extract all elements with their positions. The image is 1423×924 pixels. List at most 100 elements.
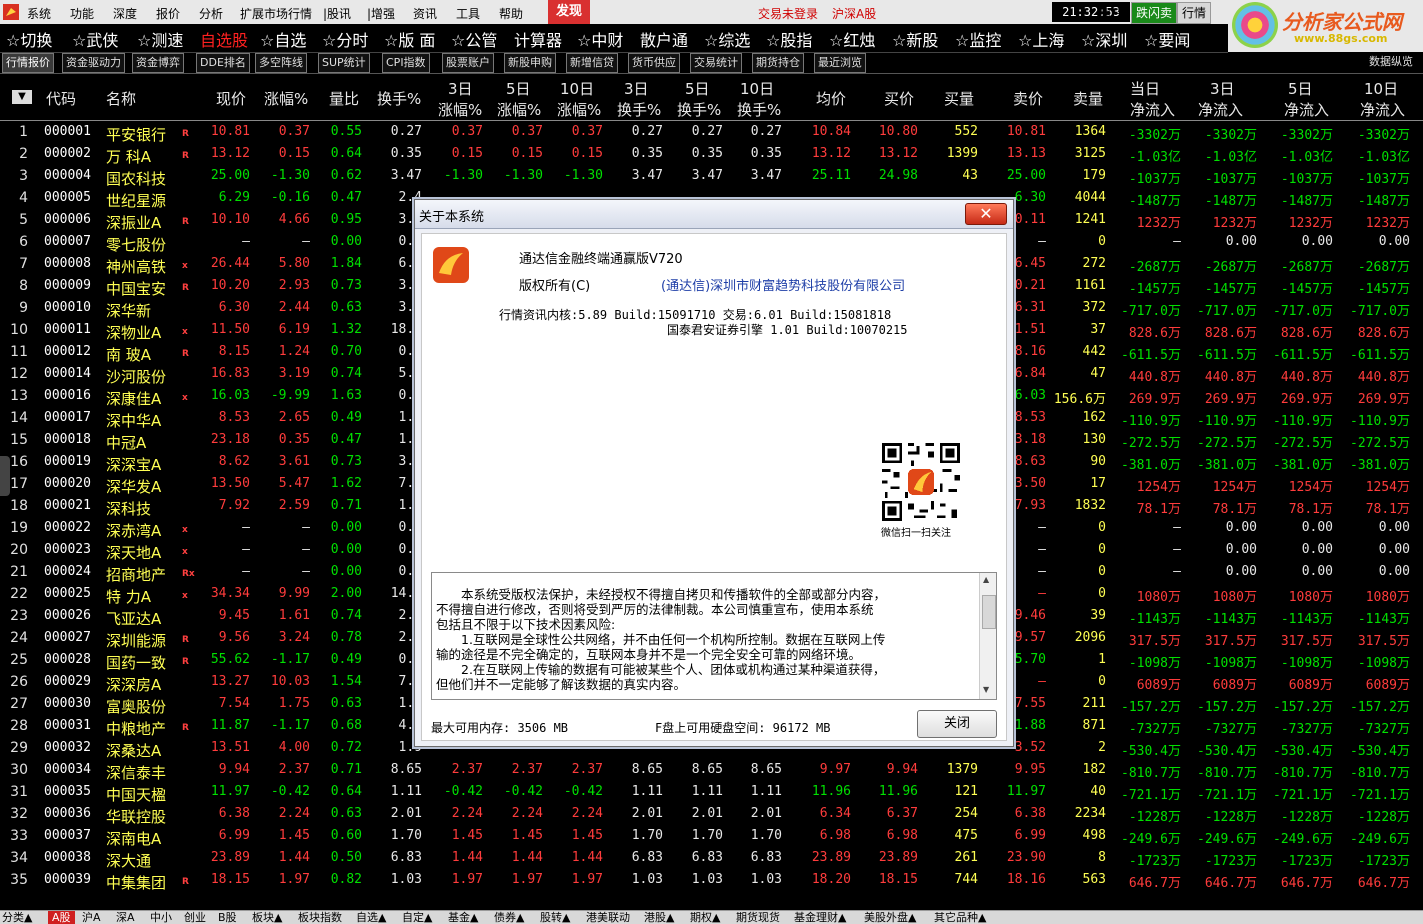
- bottom-tab[interactable]: 板块指数: [298, 911, 342, 924]
- col-name[interactable]: 名称: [106, 88, 136, 109]
- col-turnover[interactable]: 换手%: [377, 88, 421, 109]
- subtab-futures-pos[interactable]: 期货持仓: [752, 53, 804, 73]
- tool-index[interactable]: ☆股指: [766, 27, 812, 51]
- tab-quotes[interactable]: 行情: [1177, 2, 1212, 24]
- subtab-long-short[interactable]: 多空阵线: [255, 53, 307, 73]
- bottom-tab[interactable]: 期权▲: [690, 911, 720, 924]
- col-5d-turn[interactable]: 换手%: [677, 99, 721, 120]
- dialog-close-icon[interactable]: ✕: [965, 203, 1007, 225]
- col-3d-turn[interactable]: 换手%: [617, 99, 661, 120]
- table-row[interactable]: 30 000034 深信泰丰 9.94 2.37 0.71 8.65 2.37 2.37 2.37…: [0, 759, 1423, 782]
- col-10d-t[interactable]: 10日: [740, 78, 774, 99]
- subtab-recent[interactable]: 最近浏览: [814, 53, 866, 73]
- tool-shenzhen[interactable]: ☆深圳: [1081, 27, 1127, 51]
- col-price[interactable]: 现价: [216, 88, 246, 109]
- tool-headlines[interactable]: ☆要闻: [1144, 27, 1190, 51]
- table-row[interactable]: 2 000002 万 科A R 13.12 0.15 0.64 0.35 0.15 0.15 0.1…: [0, 143, 1423, 166]
- subtab-fund-drive[interactable]: 资金驱动力: [62, 53, 125, 73]
- dialog-titlebar[interactable]: 关于本系统 ✕: [415, 200, 1013, 229]
- bottom-tab[interactable]: 沪A: [82, 911, 101, 924]
- col-3d-flow[interactable]: 净流入: [1198, 99, 1243, 120]
- disclaimer-textarea[interactable]: 本系统受版权法保护，未经授权不得擅自拷贝和传播软件的全部或部分内容， 不得擅自进行…: [431, 572, 997, 700]
- col-3d-f[interactable]: 3日: [1210, 78, 1235, 99]
- menu-help[interactable]: 帮助: [499, 5, 523, 22]
- menu-depth[interactable]: 深度: [113, 5, 137, 22]
- subtab-accounts[interactable]: 股票账户: [442, 53, 494, 73]
- table-row[interactable]: 1 000001 平安银行 R 10.81 0.37 0.55 0.27 0.37 0.37 0.3…: [0, 121, 1423, 144]
- col-3d-chg[interactable]: 涨幅%: [438, 99, 482, 120]
- company-name[interactable]: (通达信)深圳市财富趋势科技股份有限公司: [661, 275, 905, 294]
- col-5d[interactable]: 5日: [506, 78, 531, 99]
- menu-quote[interactable]: 报价: [156, 5, 180, 22]
- tool-wuxia[interactable]: ☆武侠: [72, 27, 118, 51]
- scroll-up-icon[interactable]: ▲: [983, 575, 989, 584]
- bottom-tab[interactable]: 分类▲: [2, 911, 32, 924]
- menu-news[interactable]: |股讯: [323, 5, 351, 22]
- tool-monitor[interactable]: ☆监控: [955, 27, 1001, 51]
- col-10d[interactable]: 10日: [560, 78, 594, 99]
- bottom-tab[interactable]: 板块▲: [252, 911, 282, 924]
- bottom-tab[interactable]: 债券▲: [494, 911, 524, 924]
- subtab-fund-game[interactable]: 资金博弈: [132, 53, 184, 73]
- tool-red-candle[interactable]: ☆红烛: [829, 27, 875, 51]
- col-code[interactable]: 代码: [46, 88, 76, 109]
- tool-ipo[interactable]: ☆新股: [892, 27, 938, 51]
- bottom-tab[interactable]: 港美联动: [586, 911, 630, 924]
- tool-retail[interactable]: 散户通: [640, 27, 688, 51]
- menu-analysis[interactable]: 分析: [199, 5, 223, 22]
- bottom-tab[interactable]: 港股▲: [644, 911, 674, 924]
- subtab-ipo-subscribe[interactable]: 新股申购: [504, 53, 556, 73]
- col-ask-vol[interactable]: 卖量: [1073, 88, 1103, 109]
- tool-zhongcai[interactable]: ☆中财: [577, 27, 623, 51]
- menu-tools[interactable]: 工具: [456, 5, 480, 22]
- table-row[interactable]: 33 000037 深南电A 6.99 1.45 0.60 1.70 1.45 1.45 1.45…: [0, 825, 1423, 848]
- menu-ext-market[interactable]: 扩展市场行情: [240, 5, 312, 22]
- col-change[interactable]: 涨幅%: [264, 88, 308, 109]
- subtab-cpi[interactable]: CPI指数: [382, 53, 430, 73]
- sort-menu-icon[interactable]: ▼: [12, 90, 32, 104]
- col-10d-chg[interactable]: 涨幅%: [557, 99, 601, 120]
- bottom-tab[interactable]: 美股外盘▲: [864, 911, 916, 924]
- find-button[interactable]: 发现: [548, 0, 590, 24]
- col-10d-turn[interactable]: 换手%: [737, 99, 781, 120]
- bottom-tab[interactable]: 基金▲: [448, 911, 478, 924]
- market-status[interactable]: 沪深A股: [832, 5, 876, 22]
- col-3d[interactable]: 3日: [448, 78, 473, 99]
- bottom-tab[interactable]: B股: [218, 911, 237, 924]
- subtab-dde[interactable]: DDE排名: [196, 53, 250, 73]
- table-row[interactable]: 31 000035 中国天楹 11.97 -0.42 0.64 1.11 -0.42 -0.42…: [0, 781, 1423, 804]
- table-row[interactable]: 35 000039 中集集团 R 18.15 1.97 0.82 1.03 1.97 1.97 1.…: [0, 869, 1423, 892]
- col-avg[interactable]: 均价: [816, 88, 846, 109]
- subtab-quotes[interactable]: 行情报价: [2, 53, 54, 73]
- side-scroll-handle[interactable]: [0, 456, 10, 496]
- table-row[interactable]: 32 000036 华联控股 6.38 2.24 0.63 2.01 2.24 2.24 2.24…: [0, 803, 1423, 826]
- bottom-tab[interactable]: 创业: [184, 911, 206, 924]
- bottom-tab[interactable]: 自定▲: [402, 911, 432, 924]
- col-5d-chg[interactable]: 涨幅%: [497, 99, 541, 120]
- bottom-tab[interactable]: 自选▲: [356, 911, 386, 924]
- tool-switch[interactable]: ☆切换: [6, 27, 52, 51]
- subtab-sup[interactable]: SUP统计: [318, 53, 370, 73]
- tool-watchlist[interactable]: ☆自选: [260, 27, 306, 51]
- close-button[interactable]: 关闭: [917, 710, 997, 738]
- tool-notice[interactable]: ☆公管: [451, 27, 497, 51]
- bottom-tab[interactable]: A股: [48, 911, 75, 924]
- tool-speedtest[interactable]: ☆测速: [137, 27, 183, 51]
- col-today-flow[interactable]: 净流入: [1130, 99, 1175, 120]
- subtab-trade-stats[interactable]: 交易统计: [690, 53, 742, 73]
- disclaimer-scrollbar[interactable]: ▲ ▼: [979, 573, 996, 699]
- subtab-money-supply[interactable]: 货币供应: [628, 53, 680, 73]
- menu-system[interactable]: 系统: [27, 5, 51, 22]
- bottom-tab[interactable]: 中小: [150, 911, 172, 924]
- bottom-tab[interactable]: 基金理财▲: [794, 911, 846, 924]
- col-bid-vol[interactable]: 买量: [944, 88, 974, 109]
- col-5d-f[interactable]: 5日: [1288, 78, 1313, 99]
- bottom-tab[interactable]: 期货现货: [736, 911, 780, 924]
- menu-function[interactable]: 功能: [70, 5, 94, 22]
- tool-shanghai[interactable]: ☆上海: [1018, 27, 1064, 51]
- table-row[interactable]: 34 000038 深大通 23.89 1.44 0.50 6.83 1.44 1.44 1.44…: [0, 847, 1423, 870]
- col-today[interactable]: 当日: [1130, 78, 1160, 99]
- bottom-tab[interactable]: 股转▲: [540, 911, 570, 924]
- subtab-data-overview[interactable]: 数据纵览: [1366, 53, 1416, 71]
- tool-my-stocks[interactable]: 自选股: [200, 27, 248, 51]
